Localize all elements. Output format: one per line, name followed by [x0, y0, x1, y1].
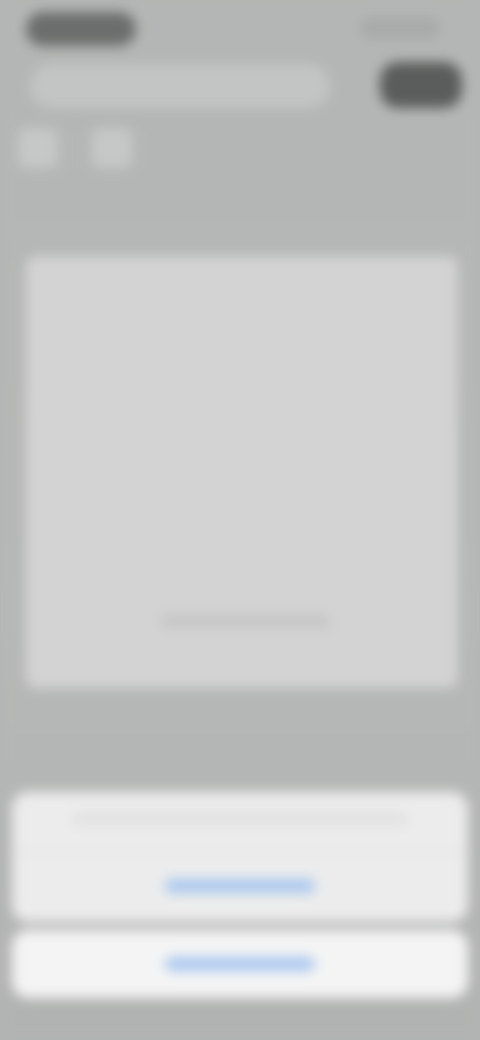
action-sheet: [12, 792, 468, 922]
header-action-button[interactable]: [380, 62, 462, 108]
tool-icon[interactable]: [92, 128, 132, 168]
content-card: [26, 256, 458, 688]
search-bar[interactable]: [30, 64, 330, 108]
status-indicators: [360, 18, 440, 38]
cancel-button[interactable]: [12, 930, 468, 998]
screen: [0, 0, 480, 1040]
cancel-button-label: [165, 957, 315, 971]
action-sheet-title: [72, 812, 408, 826]
card-caption: [160, 614, 330, 628]
status-pill-icon: [26, 12, 136, 46]
tool-icon[interactable]: [18, 128, 58, 168]
action-sheet-button[interactable]: [12, 852, 468, 919]
action-sheet-button-label: [165, 879, 315, 893]
